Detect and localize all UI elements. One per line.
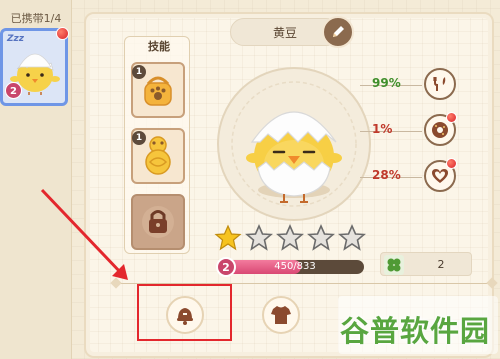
notification-dot — [446, 112, 457, 123]
pencil-icon — [333, 26, 344, 37]
pet-level-badge: 2 — [216, 257, 236, 277]
carried-pet-slot[interactable]: Zzz 2 — [0, 27, 69, 106]
watermark-text: 谷普软件园 — [340, 314, 491, 348]
skills-title: 技能 — [148, 40, 170, 53]
star-empty-icon — [307, 224, 335, 251]
skill-slot-locked[interactable] — [131, 194, 185, 250]
star-rating — [214, 224, 366, 252]
clover-icon — [384, 255, 404, 275]
star-empty-icon — [338, 224, 366, 251]
skill-level-badge: 1 — [132, 65, 146, 79]
lock-icon — [142, 206, 174, 238]
skill-level-badge: 1 — [132, 131, 146, 145]
annotation-highlight-box — [137, 284, 232, 341]
skill-slot-1[interactable]: 1 — [131, 62, 185, 118]
pet-screen: 已携带1/4 Zzz 2 技能 1 1 黄豆 99% 1% 28% 450/83… — [0, 0, 500, 359]
heart-icon — [432, 169, 448, 183]
rename-button[interactable] — [322, 16, 354, 48]
fork-knife-icon — [433, 77, 446, 91]
notification-dot — [446, 158, 457, 169]
carried-count-label: 已携带1/4 — [10, 12, 62, 25]
clover-count: 2 — [437, 258, 445, 271]
pet-stage — [217, 67, 371, 221]
stat-affection: 28% — [360, 158, 460, 192]
stat-mood: 1% — [360, 112, 460, 146]
clover-counter: 2 — [380, 252, 472, 276]
feed-button[interactable] — [424, 68, 456, 100]
pet-level-badge: 2 — [5, 82, 22, 99]
pet-interact-button[interactable] — [424, 158, 457, 192]
skill-slot-2[interactable]: 1 — [131, 128, 185, 184]
snack-button[interactable] — [424, 112, 457, 146]
mood-value: 1% — [372, 122, 393, 136]
star-empty-icon — [245, 224, 273, 251]
donut-icon — [432, 122, 448, 138]
star-empty-icon — [276, 224, 304, 251]
star-filled-icon — [214, 224, 242, 251]
notification-dot — [56, 27, 69, 40]
outfit-button[interactable] — [262, 296, 300, 334]
hunger-value: 99% — [372, 76, 401, 90]
shirt-icon — [271, 306, 291, 324]
stat-hunger: 99% — [360, 68, 460, 100]
exp-text: 450/833 — [274, 261, 316, 272]
affection-value: 28% — [372, 168, 401, 182]
